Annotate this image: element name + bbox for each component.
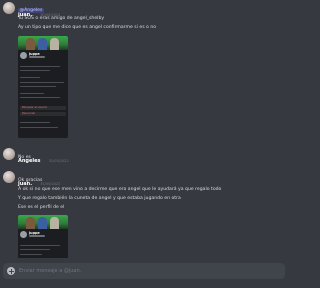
message-timestamp: 31/05/2022 <box>48 159 69 163</box>
block-user-item: Bloquear al usuario <box>20 106 66 110</box>
profile-avatar <box>20 231 27 238</box>
report-label: Denunciar <box>22 112 36 116</box>
message-input[interactable] <box>19 263 281 279</box>
profile-header: juppe <box>20 52 66 62</box>
image-attachment[interactable]: juppe Bloquear al usuario Denunciar <box>18 36 68 138</box>
avatar[interactable] <box>3 171 15 183</box>
profile-header: juppe <box>20 231 66 241</box>
add-attachment-icon[interactable] <box>7 267 15 275</box>
message-line: Ese es el perfil de el <box>18 205 65 210</box>
message-timestamp: 31/05/2022 <box>40 182 61 186</box>
profile-avatar <box>20 52 27 59</box>
image-attachment[interactable]: juppe <box>18 215 68 258</box>
message-composer <box>3 263 285 279</box>
chat-messages: juan. 30/05/2022 @Angeles Tu SOS o eras … <box>0 0 288 258</box>
profile-banner <box>18 215 68 229</box>
avatar[interactable] <box>3 148 15 160</box>
message-line: @Angeles <box>18 8 44 13</box>
message-line: Ay un tipo que me dice que es angel conf… <box>18 25 157 30</box>
block-user-label: Bloquear al usuario <box>22 106 48 110</box>
profile-banner <box>18 36 68 50</box>
report-item: Denunciar <box>20 112 66 116</box>
message-line: Tu SOS o eras amigo de angel_shelby <box>18 16 105 21</box>
message-line: No es <box>18 155 31 160</box>
avatar[interactable] <box>3 2 15 14</box>
message-line: Y que regalo también la cuneta de angel … <box>18 196 181 201</box>
message-line: A ok si no que ese men vino a decirme qu… <box>18 187 222 192</box>
user-mention[interactable]: @Angeles <box>18 8 44 13</box>
message-line: Ok gracias <box>18 178 43 183</box>
